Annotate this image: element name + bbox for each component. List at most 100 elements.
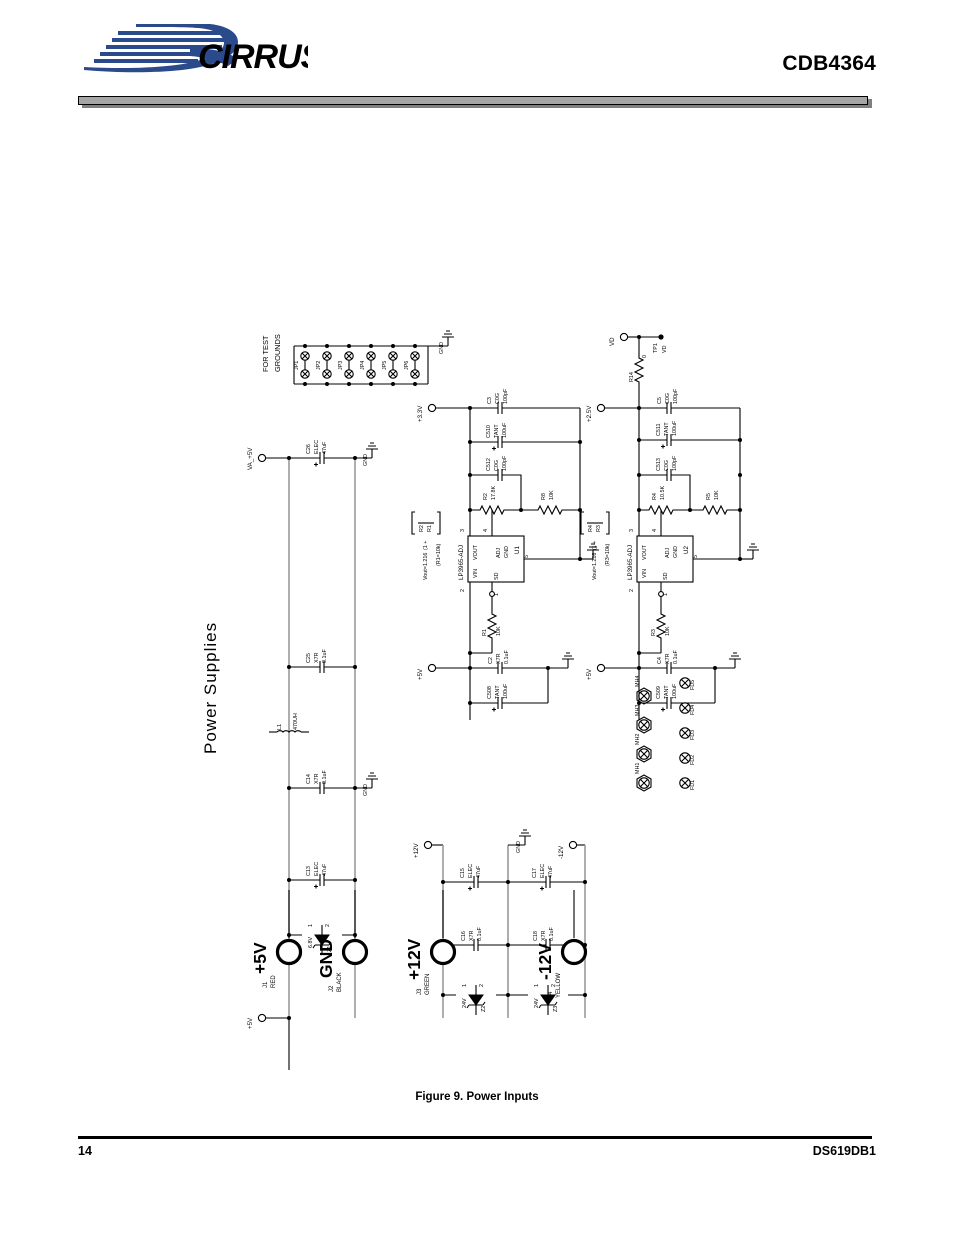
zener-z2-ref: Z2 <box>481 1006 487 1012</box>
capacitor-c4-value: 0.1uF <box>673 650 679 664</box>
capacitor-c4-type: X7R <box>665 653 671 664</box>
resistor-r2-value: 17.8K <box>491 486 497 500</box>
capacitor-c509-type: TANT <box>664 685 670 699</box>
zener-z1-ref: Z1 <box>327 946 333 952</box>
fiducial-fd1 <box>679 777 691 789</box>
resistor-r1-ref: R1 <box>482 629 488 636</box>
capacitor-c25-value: 0.1uF <box>322 649 328 663</box>
formula-u2-note: (R3=10k) <box>605 543 611 566</box>
regulator-u2-pin-vout: VOUT <box>642 544 648 560</box>
capacitor-c5-value: 100pF <box>673 388 679 404</box>
resistor-r4-value: 10.5K <box>660 486 666 500</box>
test-point-tp1-ref: TP1 <box>653 343 659 353</box>
inductor-l1-value: 470UH <box>293 713 299 730</box>
regulator-u1-pin-adj: ADJ <box>496 548 502 558</box>
resistor-r14-value: 0 <box>642 355 648 358</box>
fiducial-fd2 <box>679 752 691 764</box>
resistor-r8-ref: R8 <box>541 493 547 500</box>
zener-z3-pin1: 1 <box>534 984 540 987</box>
resistor-r5 <box>697 505 733 515</box>
document-number: DS619DB1 <box>812 1144 876 1158</box>
mounting-hole-mh2 <box>636 745 652 763</box>
jumper-jp6[interactable]: JP6 <box>404 351 420 379</box>
formula-u2-expr: Vout=1.216 <box>592 553 598 580</box>
test-point-tp1-net: VD <box>662 345 668 353</box>
formula-u2: R4 R3 (1 + Vout=1.216 (R3=10k) <box>580 511 611 580</box>
capacitor-c13-type: ELEC <box>314 862 320 876</box>
regulator-u1-pinnum-vin: 2 <box>460 589 466 592</box>
gnd-label-1: GND <box>363 454 369 466</box>
cirrus-logic-logo: CIRRUS <box>78 22 308 84</box>
zener-z3-pin2: 2 <box>551 984 557 987</box>
net-label-p33v: +3.3V <box>417 405 424 422</box>
capacitor-c17-value: 47uF <box>548 865 554 878</box>
jumper-jp1-label: JP1 <box>294 361 300 370</box>
net-port-p5v <box>257 1013 267 1023</box>
resistor-r1 <box>487 608 497 644</box>
net-label-p5v: +5V <box>247 1017 254 1029</box>
capacitor-c13-value: 47uF <box>322 863 328 876</box>
zener-z1-pin1: 1 <box>308 924 314 927</box>
net-port-vd <box>619 332 629 342</box>
jumper-jp1[interactable]: JP1 <box>294 351 310 379</box>
net-port-n12v <box>568 840 578 850</box>
formula-u1-expr: Vout=1.216 <box>423 553 429 580</box>
resistor-r1-value: 10K <box>496 626 502 636</box>
capacitor-c508-value: 100uF <box>503 683 509 699</box>
capacitor-c2-ref: C2 <box>488 657 494 664</box>
regulator-u1-pin-gnd: GND <box>504 546 510 558</box>
capacitor-c26-ref: C26 <box>306 444 312 454</box>
regulator-u1-ref: U1 <box>514 546 521 554</box>
jumper-jp4[interactable]: JP4 <box>360 351 376 379</box>
capacitor-c18-type: X7R <box>541 930 547 941</box>
capacitor-c16-value: 0.1uF <box>477 927 483 941</box>
capacitor-c14-type: X7R <box>314 773 320 784</box>
formula-u1-note: (R1=10k) <box>436 543 442 566</box>
page-header: CIRRUS CDB4364 <box>0 0 954 110</box>
regulator-u1-pinnum-gnd: 5 <box>524 555 530 558</box>
resistor-r4-ref: R4 <box>652 493 658 500</box>
jumper-jp5[interactable]: JP5 <box>382 351 398 379</box>
zener-z2-pin1: 1 <box>462 984 468 987</box>
page-title: CDB4364 <box>782 52 876 75</box>
capacitor-c511-type: TANT <box>664 422 670 436</box>
capacitor-c513-ref: C513 <box>656 458 662 471</box>
capacitor-c512-ref: C512 <box>486 458 492 471</box>
capacitor-c18-value: 0.1uF <box>549 927 555 941</box>
capacitor-c509-ref: C509 <box>656 686 662 699</box>
resistor-r3 <box>656 608 666 644</box>
capacitor-c17-type: ELEC <box>540 864 546 878</box>
regulator-u2-pinnum-adj: 4 <box>652 529 658 532</box>
fiducial-fd5-label: FD5 <box>690 680 696 690</box>
gnd-label-2: GND <box>363 784 369 796</box>
capacitor-c509-value: 100uF <box>672 683 678 699</box>
capacitor-c511-ref: C511 <box>656 424 662 437</box>
svg-text:CIRRUS: CIRRUS <box>198 38 308 76</box>
net-port-p25v <box>596 403 606 413</box>
fiducial-fd2-label: FD2 <box>690 755 696 765</box>
capacitor-c512-value: 100pF <box>502 455 508 471</box>
capacitor-c3-ref: C3 <box>487 397 493 404</box>
resistor-r5-ref: R5 <box>706 493 712 500</box>
resistor-r5-value: 10K <box>714 490 720 500</box>
capacitor-c5-ref: C5 <box>657 397 663 404</box>
capacitor-c15-value: 47uF <box>476 865 482 878</box>
capacitor-c2-type: X7R <box>496 653 502 664</box>
resistor-r14-ref: R14 <box>629 372 635 382</box>
net-port-p33v <box>427 403 437 413</box>
resistor-r8 <box>532 505 568 515</box>
mounting-hole-mh4 <box>636 687 652 705</box>
jumper-jp4-label: JP4 <box>360 361 366 370</box>
fiducial-fd3 <box>679 727 691 739</box>
regulator-u1-pin-vin: VIN <box>473 569 479 578</box>
capacitor-c3-type: C0G <box>495 393 501 404</box>
jumper-jp3[interactable]: JP3 <box>338 351 354 379</box>
jumper-jp2[interactable]: JP2 <box>316 351 332 379</box>
formula-u1-denominator: R1 <box>427 525 433 532</box>
formula-u1-factor: (1 + <box>423 541 429 550</box>
jumper-jp6-label: JP6 <box>404 361 410 370</box>
fiducial-fd5 <box>679 677 691 689</box>
mounting-hole-mh3 <box>636 716 652 734</box>
va5v-supply-branch: VA_+5V C26 ELEC 47uF GND C25 X7R 0.1uF L… <box>247 440 379 1029</box>
capacitor-c513-type: C0G <box>664 460 670 471</box>
